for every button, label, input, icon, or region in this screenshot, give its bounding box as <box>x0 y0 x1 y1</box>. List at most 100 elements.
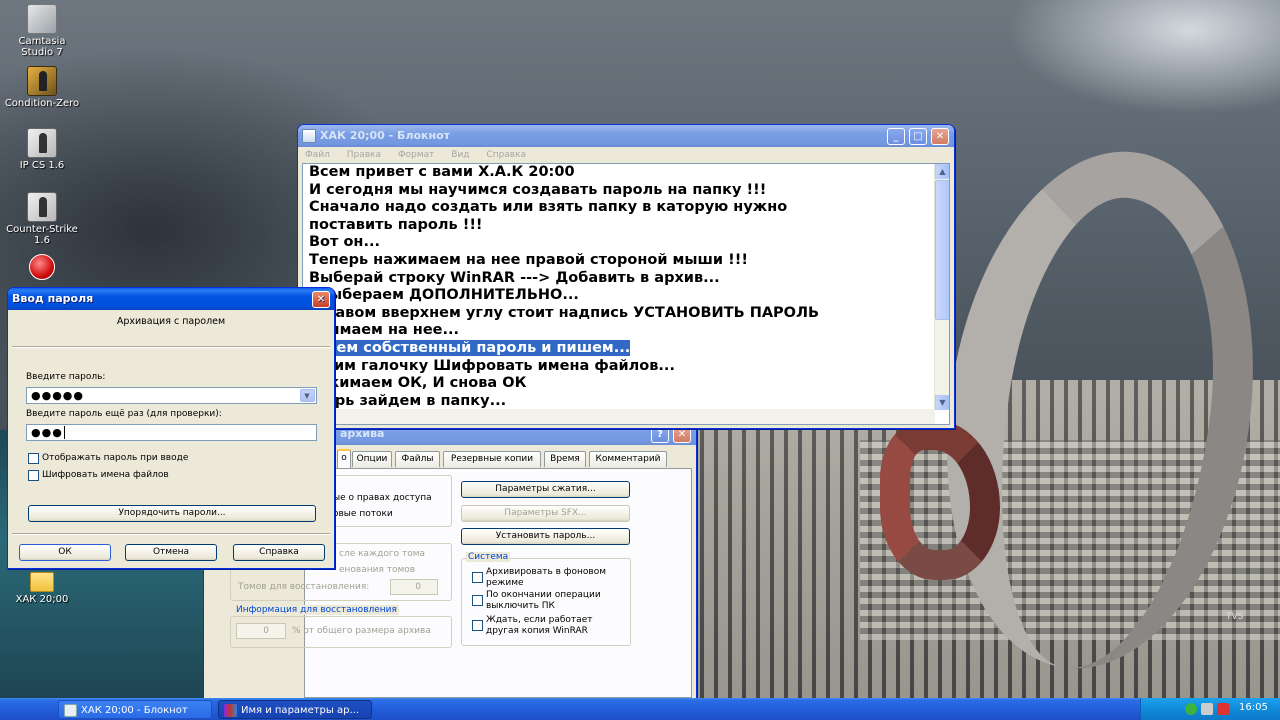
notepad-titlebar[interactable]: ХАК 20;00 - Блокнот _ □ ✕ <box>298 125 954 147</box>
compression-params-button[interactable]: Параметры сжатия... <box>461 481 630 498</box>
set-password-button[interactable]: Установить пароль... <box>461 528 630 545</box>
show-password-label: Отображать пароль при вводе <box>42 453 189 463</box>
desktop-icon-label: Counter-Strike 1.6 <box>6 224 78 246</box>
red-circle-icon <box>29 254 55 280</box>
confirm-label: Введите пароль ещё раз (для проверки): <box>26 409 222 419</box>
notepad-window: ХАК 20;00 - Блокнот _ □ ✕ Файл Правка Фо… <box>297 124 955 429</box>
show-password-checkbox[interactable] <box>28 453 39 464</box>
menu-bar: Файл Правка Формат Вид Справка <box>298 147 954 163</box>
desktop-icon-label: IP CS 1.6 <box>19 160 65 171</box>
desktop-icon-label: Camtasia Studio 7 <box>18 36 66 58</box>
option-label: ые о правах доступа <box>333 493 432 503</box>
winrar-icon <box>224 704 237 717</box>
menu-edit[interactable]: Правка <box>347 147 381 163</box>
text-line: ыбераем ДОПОЛНИТЕЛЬНО... <box>329 287 579 304</box>
taskbar: ХАК 20;00 - Блокнот Имя и параметры ар..… <box>0 698 1280 720</box>
dialog-subtitle: Архивация с паролем <box>116 316 226 327</box>
minimize-button[interactable]: _ <box>887 128 905 145</box>
taskbar-button-notepad[interactable]: ХАК 20;00 - Блокнот <box>58 700 212 719</box>
taskbar-button-winrar[interactable]: Имя и параметры ар... <box>218 700 372 719</box>
recovery-percent-spinner[interactable]: 0 <box>236 623 286 639</box>
notepad-icon <box>64 704 77 717</box>
taskbar-button-label: ХАК 20;00 - Блокнот <box>81 705 188 716</box>
password-titlebar[interactable]: Ввод пароля ✕ <box>8 288 334 310</box>
password-label: Введите пароль: <box>26 372 106 382</box>
password-input[interactable]: ●●●●● ▼ <box>26 387 317 404</box>
tab-comment[interactable]: Комментарий <box>589 451 667 467</box>
desktop-icon-camtasia[interactable]: Camtasia Studio 7 <box>2 4 82 58</box>
tab-general[interactable]: о <box>337 449 351 468</box>
text-line: Всем привет с вами Х.А.К 20:00 <box>309 164 575 180</box>
organize-passwords-button[interactable]: Упорядочить пароли... <box>28 505 316 522</box>
menu-file[interactable]: Файл <box>305 147 330 163</box>
wallpaper-watermark: TVS <box>1226 612 1244 622</box>
menu-view[interactable]: Вид <box>451 147 469 163</box>
text-line: И сегодня мы научимся создавать пароль н… <box>309 181 767 198</box>
close-button[interactable]: ✕ <box>312 291 330 308</box>
security-icon[interactable] <box>1217 703 1229 715</box>
desktop-icon-counter-strike[interactable]: Counter-Strike 1.6 <box>2 192 82 246</box>
counter-strike-icon <box>27 128 57 158</box>
menu-help[interactable]: Справка <box>486 147 526 163</box>
scroll-up-icon[interactable]: ▲ <box>935 164 949 179</box>
taskbar-button-label: Имя и параметры ар... <box>241 705 359 716</box>
notepad-icon <box>302 129 316 143</box>
close-button[interactable]: ✕ <box>931 128 949 145</box>
folder-icon <box>30 572 54 592</box>
text-content[interactable]: Всем привет с вами Х.А.К 20:00 И сегодня … <box>309 164 929 410</box>
option-label: овые потоки <box>333 509 393 519</box>
recovery-volumes-label: Томов для восстановления: <box>238 582 370 592</box>
text-line: Выберай строку WinRAR ---> Добавить в ар… <box>309 269 720 286</box>
shutdown-pc-checkbox[interactable] <box>472 595 483 606</box>
background-archive-checkbox[interactable] <box>472 572 483 583</box>
recovery-volumes-spinner[interactable]: 0 <box>390 579 438 595</box>
tab-time[interactable]: Время <box>544 451 586 467</box>
network-icon[interactable] <box>1185 703 1197 715</box>
encrypt-names-label: Шифровать имена файлов <box>42 470 169 480</box>
sfx-params-button[interactable]: Параметры SFX... <box>461 505 630 522</box>
volume-icon[interactable] <box>1201 703 1213 715</box>
dialog-title: Ввод пароля <box>12 292 94 305</box>
chevron-down-icon[interactable]: ▼ <box>300 389 315 402</box>
encrypt-names-checkbox[interactable] <box>28 470 39 481</box>
clock[interactable]: 16:05 <box>1239 702 1268 713</box>
text-line: перь зайдем в папку... <box>315 392 507 409</box>
text-cursor <box>63 426 65 439</box>
system-tray: 16:05 <box>1140 698 1280 720</box>
option-label: сле каждого тома <box>339 549 426 559</box>
scroll-thumb[interactable] <box>935 180 949 320</box>
maximize-button[interactable]: □ <box>909 128 927 145</box>
ok-button[interactable]: ОК <box>19 544 111 561</box>
tab-files[interactable]: Файлы <box>395 451 440 467</box>
menu-format[interactable]: Формат <box>398 147 435 163</box>
option-label: енования томов <box>339 565 416 575</box>
text-area[interactable]: Всем привет с вами Х.А.К 20:00 И сегодня … <box>302 163 950 425</box>
desktop-icon-ip-cs[interactable]: IP CS 1.6 <box>2 128 82 171</box>
counter-strike-icon <box>27 192 57 222</box>
background-archive-label: Архивировать в фоновом режиме <box>486 567 607 588</box>
password-dialog: Ввод пароля ✕ Архивация с паролем Введит… <box>7 287 335 569</box>
text-line: поставить пароль !!! <box>309 216 483 233</box>
desktop-icon-label: ХАК 20;00 <box>15 594 69 605</box>
desktop-icon-folder[interactable]: ХАК 20;00 <box>2 572 82 605</box>
tab-options[interactable]: Опции <box>352 451 392 467</box>
desktop-icon-condition-zero[interactable]: Condition-Zero <box>2 66 82 109</box>
wait-winrar-label: Ждать, если работает другая копия WinRAR <box>486 615 593 636</box>
text-line: авим галочку Шифровать имена файлов... <box>315 357 675 374</box>
counter-strike-icon <box>27 66 57 96</box>
desktop-icon-red-app[interactable] <box>2 254 82 280</box>
vertical-scrollbar[interactable]: ▲ ▼ <box>934 164 949 410</box>
text-line: жимаем на нее... <box>315 322 460 339</box>
cancel-button[interactable]: Отмена <box>125 544 217 561</box>
wait-winrar-checkbox[interactable] <box>472 620 483 631</box>
shutdown-pc-label: По окончании операции выключить ПК <box>486 590 601 611</box>
horizontal-scrollbar[interactable] <box>303 409 935 424</box>
password-value: ●●●●● <box>31 389 84 402</box>
confirm-password-input[interactable]: ●●● <box>26 424 317 441</box>
scroll-down-icon[interactable]: ▼ <box>935 395 949 410</box>
help-button[interactable]: Справка <box>233 544 325 561</box>
text-line: Теперь нажимаем на нее правой стороной м… <box>309 251 748 268</box>
window-title: ХАК 20;00 - Блокнот <box>320 129 451 142</box>
separator <box>12 533 330 535</box>
tab-backup[interactable]: Резервные копии <box>443 451 541 467</box>
